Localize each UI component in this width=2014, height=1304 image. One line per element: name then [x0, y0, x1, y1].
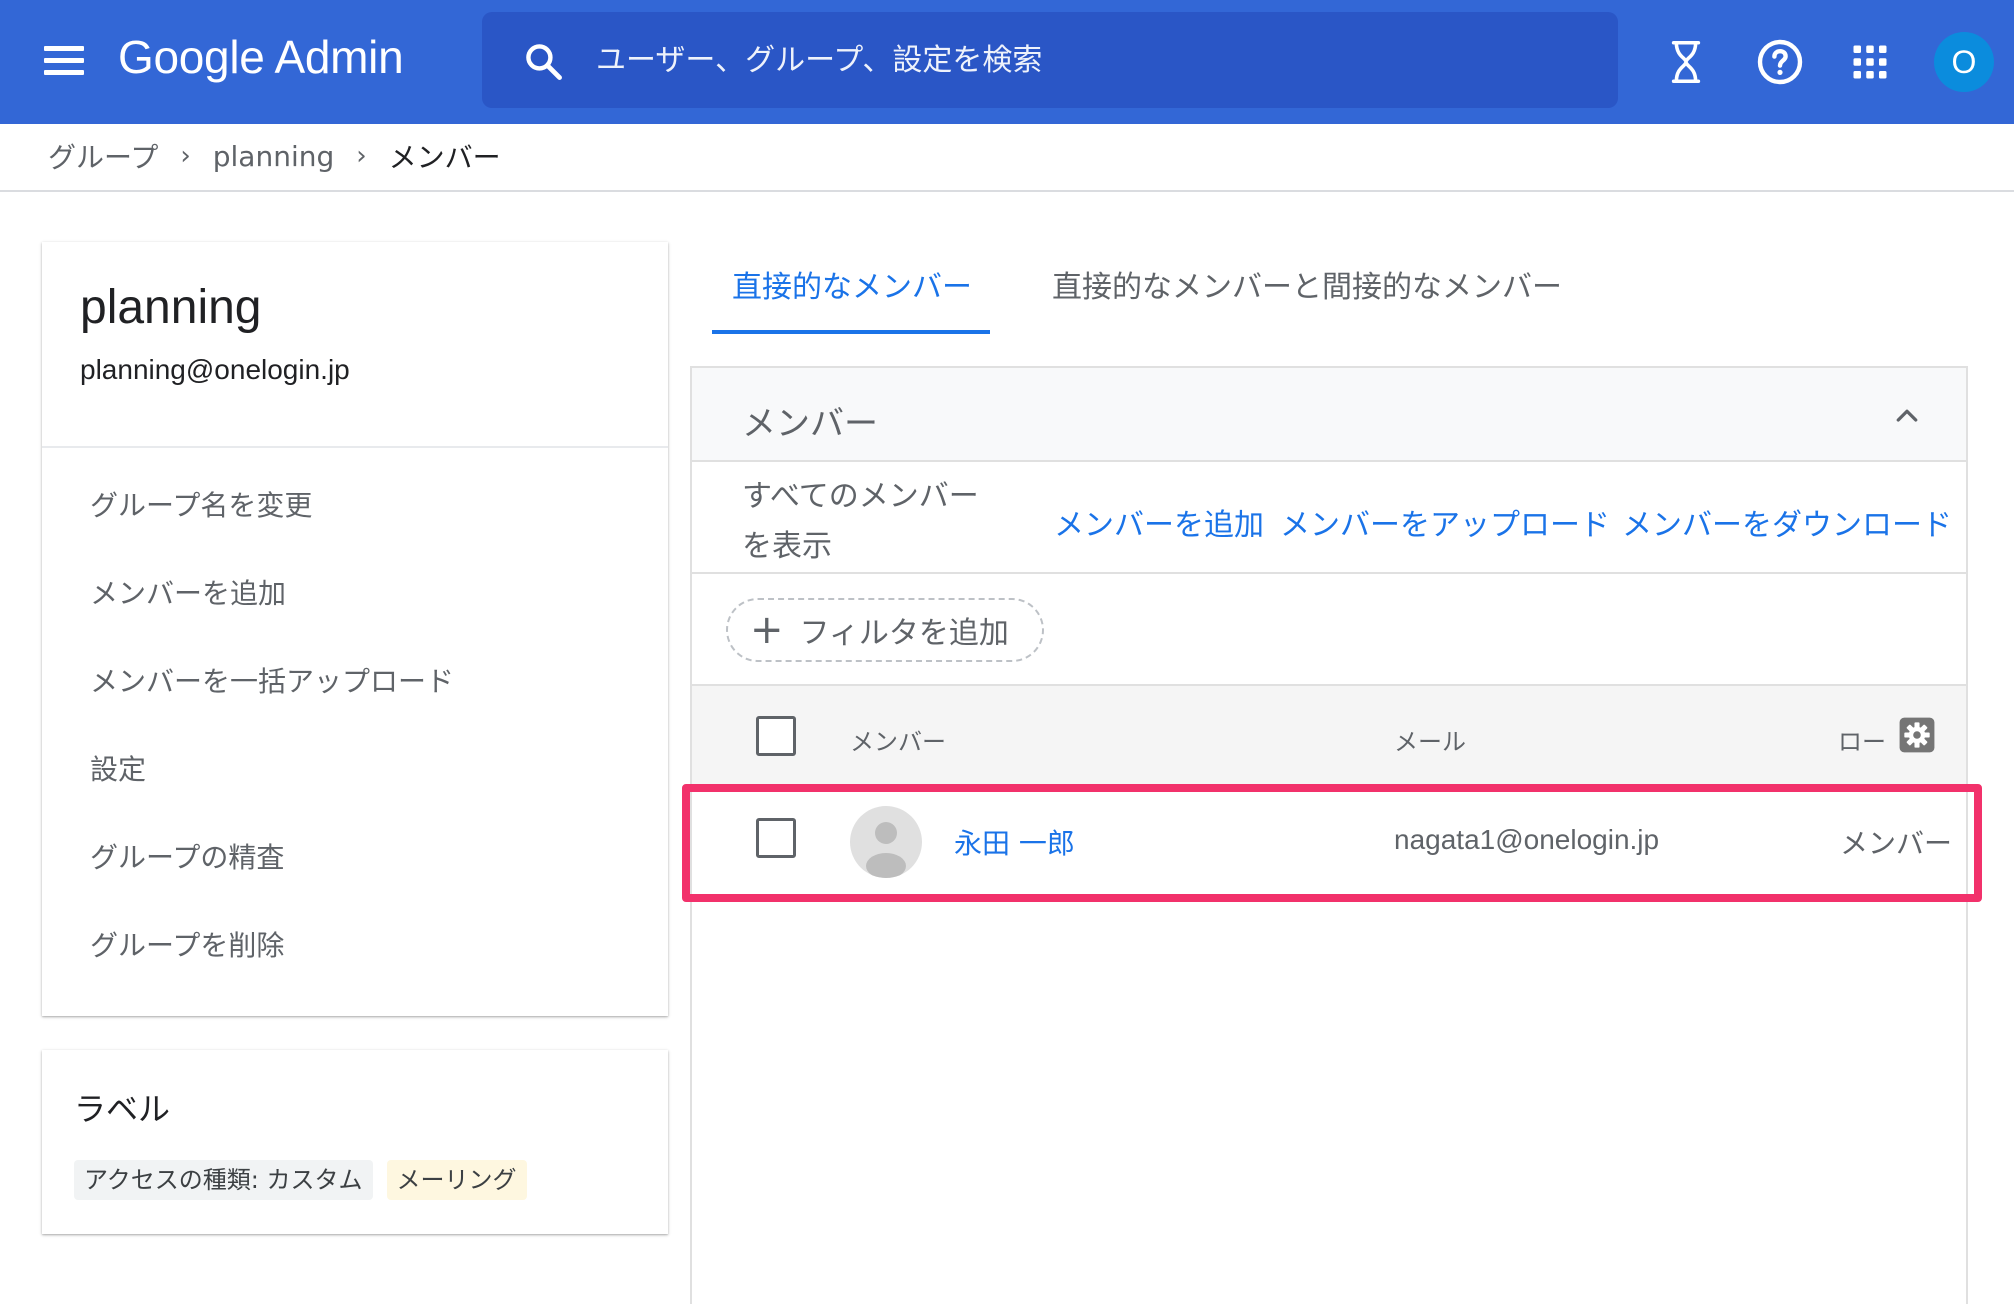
active-tab-indicator — [712, 330, 990, 334]
gear-icon[interactable] — [1898, 716, 1936, 754]
settings-link[interactable]: 設定 — [90, 750, 454, 838]
upload-members-button[interactable]: メンバーをアップロード — [1280, 500, 1610, 544]
tab-direct-and-indirect-members[interactable]: 直接的なメンバーと間接的なメンバー — [1052, 262, 1562, 306]
hourglass-icon[interactable] — [1658, 34, 1714, 90]
chevron-right-icon: › — [356, 141, 367, 171]
help-icon[interactable] — [1752, 34, 1808, 90]
members-actions-row: すべてのメンバー を表示 メンバーを追加 メンバーをアップロード メンバーをダウ… — [692, 462, 1966, 574]
inspect-group-link[interactable]: グループの精査 — [90, 838, 454, 926]
member-role[interactable]: メンバー — [1840, 822, 1952, 862]
card-divider — [42, 446, 668, 448]
menu-icon[interactable] — [38, 42, 90, 82]
add-member-button[interactable]: メンバーを追加 — [1054, 500, 1264, 544]
group-action-list: グループ名を変更 メンバーを追加 メンバーを一括アップロード 設定 グループの精… — [90, 486, 454, 1014]
google-admin-logo[interactable]: Google Admin — [118, 30, 404, 84]
member-name-link[interactable]: 永田 一郎 — [954, 822, 1075, 862]
breadcrumb-current: メンバー — [388, 141, 501, 174]
add-filter-button[interactable]: + フィルタを追加 — [726, 598, 1044, 662]
members-panel-header: メンバー — [692, 368, 1966, 462]
delete-group-link[interactable]: グループを削除 — [90, 926, 454, 1014]
plus-icon: + — [750, 607, 784, 653]
tab-direct-members[interactable]: 直接的なメンバー — [732, 262, 972, 306]
group-email: planning@onelogin.jp — [80, 354, 350, 385]
search-bar[interactable] — [482, 12, 1618, 108]
breadcrumb-divider — [0, 190, 2014, 192]
top-app-bar: Google Admin O — [0, 0, 2014, 124]
bulk-upload-members-link[interactable]: メンバーを一括アップロード — [90, 662, 454, 750]
chevron-up-icon[interactable] — [1890, 400, 1924, 430]
label-chips: アクセスの種類: カスタム メーリング — [74, 1160, 527, 1200]
member-email: nagata1@onelogin.jp — [1394, 824, 1660, 855]
search-input[interactable] — [596, 32, 1576, 88]
table-header: メンバー メール ロー — [692, 686, 1966, 786]
apps-grid-icon[interactable] — [1842, 34, 1898, 90]
members-panel-title: メンバー — [742, 404, 878, 444]
row-checkbox[interactable] — [756, 818, 796, 858]
group-info-card: planning planning@onelogin.jp グループ名を変更 メ… — [42, 242, 668, 1016]
add-member-link[interactable]: メンバーを追加 — [90, 574, 454, 662]
access-type-chip: アクセスの種類: カスタム — [74, 1160, 373, 1200]
label-card: ラベル アクセスの種類: カスタム メーリング — [42, 1050, 668, 1234]
column-header-role[interactable]: ロー — [1838, 722, 1886, 757]
search-icon[interactable] — [522, 40, 566, 84]
breadcrumb-group-planning[interactable]: planning — [213, 140, 335, 173]
select-all-checkbox[interactable] — [756, 716, 796, 756]
account-avatar[interactable]: O — [1934, 32, 1994, 92]
chevron-right-icon: › — [180, 141, 191, 171]
label-card-title: ラベル — [74, 1090, 171, 1128]
table-row[interactable]: 永田 一郎 nagata1@onelogin.jp メンバー — [692, 786, 1966, 888]
add-filter-label: フィルタを追加 — [799, 616, 1009, 651]
members-panel: メンバー すべてのメンバー を表示 メンバーを追加 メンバーをアップロード メン… — [690, 366, 1968, 1304]
group-name: planning — [80, 281, 262, 334]
mailing-chip: メーリング — [386, 1160, 527, 1200]
download-members-button[interactable]: メンバーをダウンロード — [1622, 500, 1952, 544]
column-header-email[interactable]: メール — [1394, 722, 1466, 757]
breadcrumb: グループ › planning › メンバー — [48, 136, 501, 176]
rename-group-link[interactable]: グループ名を変更 — [90, 486, 454, 574]
show-all-members-label[interactable]: すべてのメンバー を表示 — [742, 472, 992, 572]
column-header-member[interactable]: メンバー — [850, 722, 946, 757]
avatar — [850, 806, 922, 878]
breadcrumb-groups[interactable]: グループ — [48, 136, 158, 176]
filter-row: + フィルタを追加 — [692, 574, 1966, 686]
